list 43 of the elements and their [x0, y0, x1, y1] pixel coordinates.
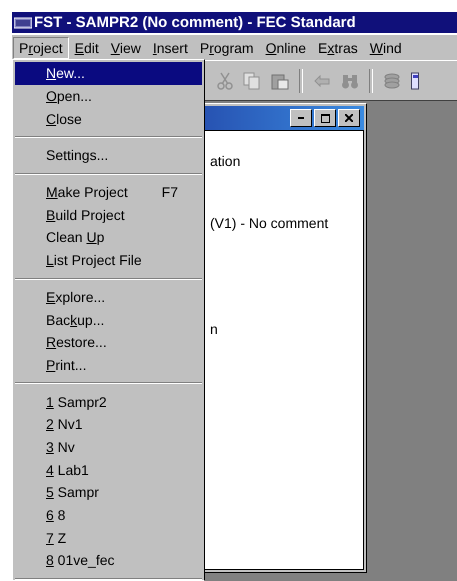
document-text: ation [210, 153, 242, 169]
menu-item[interactable]: 4 Lab1 [15, 458, 202, 481]
app-icon [14, 16, 32, 28]
menu-item[interactable]: New... [15, 62, 202, 85]
paste-icon[interactable] [271, 72, 289, 90]
menu-bar-item[interactable]: Program [194, 36, 260, 58]
menu-bar-item[interactable]: View [104, 36, 147, 58]
menu-item[interactable]: Close [15, 107, 202, 130]
menu-bar-item[interactable]: Wind [364, 36, 408, 58]
document-text: (V1) - No comment [210, 215, 330, 231]
menu-item[interactable]: 5 Sampr [15, 481, 202, 504]
menu-item[interactable]: Clean Up [15, 226, 202, 249]
document-icon[interactable] [411, 72, 419, 90]
window-title: FST - SAMPR2 (No comment) - FEC Standard [34, 14, 356, 31]
minimize-icon [298, 117, 304, 119]
close-button[interactable] [338, 109, 360, 127]
menu-item[interactable]: 7 Z [15, 526, 202, 550]
document-text: n [210, 321, 219, 337]
menu-item[interactable]: Backup... [15, 308, 202, 331]
copy-icon[interactable] [243, 72, 261, 90]
menu-item[interactable]: 1 Sampr2 [15, 390, 202, 413]
menu-item[interactable]: Print... [15, 354, 202, 376]
menu-item[interactable]: Open... [15, 84, 202, 108]
menu-item[interactable]: Settings... [15, 144, 202, 167]
menu-item[interactable]: 3 Nv [15, 436, 202, 458]
menu-bar-item[interactable]: Extras [312, 36, 364, 58]
menu-item[interactable]: Restore... [15, 330, 202, 354]
menu-item[interactable]: 8 01ve_fec [15, 549, 202, 572]
menu-bar-item[interactable]: Edit [68, 36, 105, 58]
stack-icon[interactable] [383, 73, 401, 89]
menu-item[interactable]: 6 8 [15, 504, 202, 526]
menu-bar-item[interactable]: Project [13, 36, 69, 58]
menu-item[interactable]: List Project File [15, 248, 202, 272]
maximize-button[interactable] [314, 109, 336, 127]
menu-bar-item[interactable]: Insert [146, 36, 194, 58]
menu-bar-item[interactable]: Online [260, 36, 312, 58]
menu-item[interactable]: Explore... [15, 286, 202, 308]
menu-item[interactable]: Build Project [15, 203, 202, 226]
menu-item[interactable]: Make Project F7 [15, 180, 202, 204]
maximize-icon [320, 114, 330, 122]
close-icon [345, 114, 353, 122]
menu-item[interactable]: 2 Nv1 [15, 412, 202, 436]
minimize-button[interactable] [290, 109, 312, 127]
